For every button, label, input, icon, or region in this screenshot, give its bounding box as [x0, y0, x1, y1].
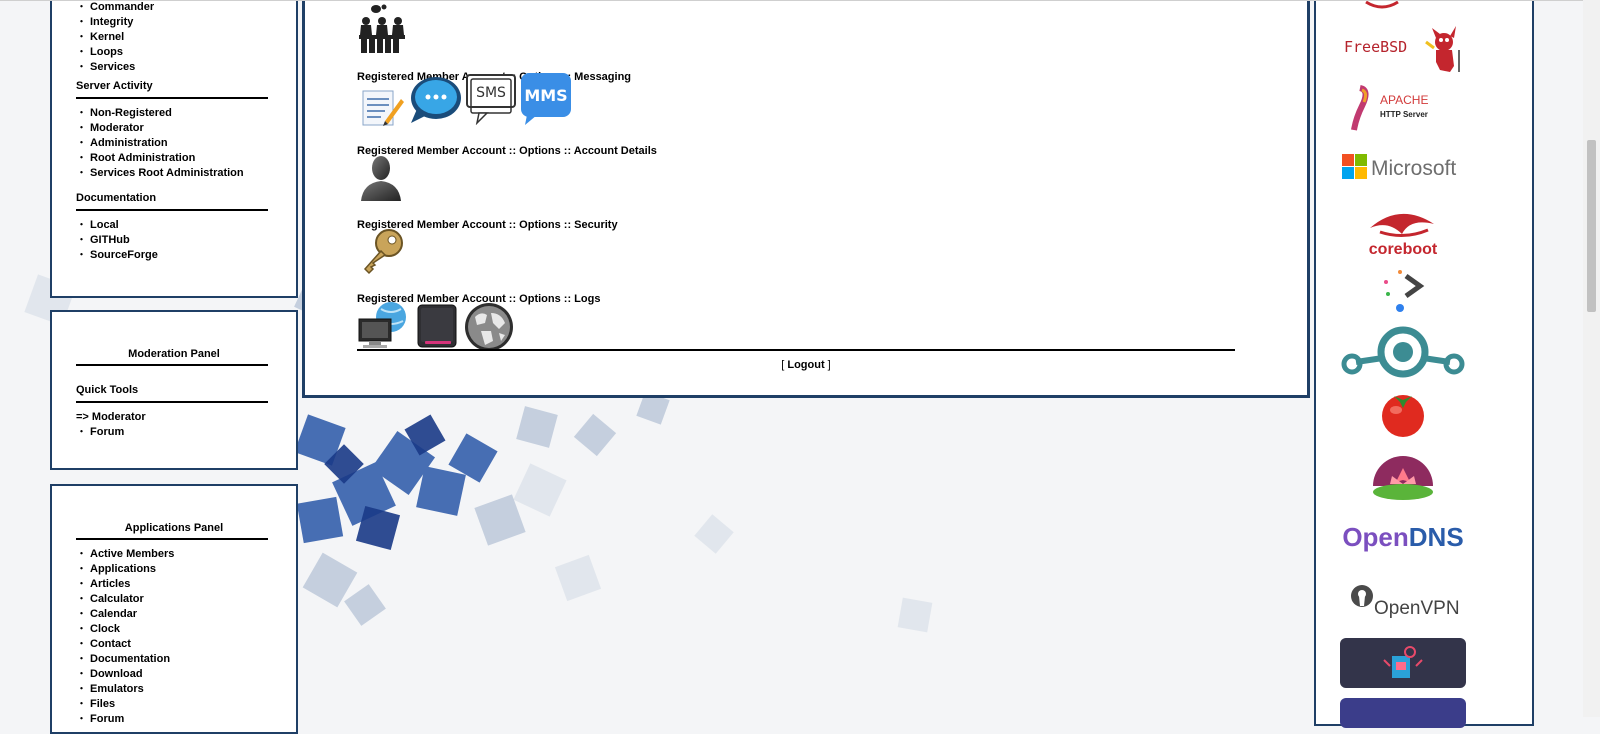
nav-item-integrity[interactable]: ・ Integrity — [76, 15, 154, 30]
nav-item-root-administration[interactable]: ・ Root Administration — [76, 151, 244, 166]
moderation-panel: Moderation Panel Quick Tools => Moderato… — [50, 310, 298, 470]
hard-drive-icon[interactable] — [415, 303, 459, 349]
app-item-articles[interactable]: ・ Articles — [76, 577, 174, 592]
nav-item-github[interactable]: ・ GITHub — [76, 233, 158, 248]
opendns-logo[interactable]: OpenDNS — [1340, 522, 1466, 553]
mms-icon[interactable]: MMS — [519, 71, 573, 127]
lineageos-logo[interactable] — [1340, 324, 1466, 380]
logout-row: [ Logout ] — [305, 359, 1307, 371]
page-scrollbar[interactable] — [1583, 0, 1600, 717]
divider — [76, 364, 268, 366]
key-icon[interactable] — [359, 227, 407, 275]
coreboot-logo[interactable]: coreboot — [1340, 206, 1466, 258]
applications-list: ・ Active Members ・ Applications ・ Articles … — [76, 547, 174, 727]
app-item-forum[interactable]: ・ Forum — [76, 712, 174, 727]
chat-bubble-icon[interactable] — [409, 75, 463, 127]
server-activity-title: Server Activity — [76, 80, 153, 92]
divider — [76, 97, 268, 99]
openvpn-logo[interactable]: OpenVPN — [1340, 582, 1466, 622]
divider — [76, 401, 268, 403]
mms-icon-text: MMS — [524, 86, 567, 105]
network-computer-icon[interactable] — [357, 301, 409, 349]
moderation-panel-title: Moderation Panel — [128, 348, 220, 360]
quick-tools-title: Quick Tools — [76, 384, 139, 396]
microsoft-logo-text: Microsoft — [1371, 157, 1456, 180]
app-item-active-members[interactable]: ・ Active Members — [76, 547, 174, 562]
user-silhouette-icon[interactable] — [359, 155, 403, 203]
coreboot-logo-text: coreboot — [1369, 241, 1438, 258]
nav-item-moderator[interactable]: ・ Moderator — [76, 121, 244, 136]
meeting-icon[interactable] — [357, 3, 407, 53]
apache-logo-name: APACHE — [1380, 93, 1428, 107]
apache-logo-sub: HTTP Server — [1380, 110, 1428, 119]
top-border — [0, 0, 1583, 1]
partial-logo — [1365, 0, 1399, 9]
tomato-logo[interactable] — [1340, 388, 1466, 438]
freebsd-logo[interactable]: FreeBSD — [1340, 20, 1466, 76]
compose-icon[interactable] — [359, 85, 405, 127]
sms-icon[interactable]: SMS — [465, 73, 517, 125]
app-item-applications[interactable]: ・ Applications — [76, 562, 174, 577]
documentation-list: ・ Local ・ GITHub ・ SourceForge — [76, 218, 158, 263]
logout-divider — [357, 349, 1235, 351]
app-item-contact[interactable]: ・ Contact — [76, 637, 174, 652]
nav-item-services[interactable]: ・ Services — [76, 60, 154, 75]
divider — [76, 209, 268, 211]
opendns-logo-dns: DNS — [1408, 522, 1464, 552]
freebsd-logo-text: FreeBSD — [1344, 38, 1407, 56]
server-activity-list: ・ Non-Registered ・ Moderator ・ Administrati… — [76, 106, 244, 181]
kotlin-dots-logo[interactable] — [1340, 268, 1466, 314]
app-item-calendar[interactable]: ・ Calendar — [76, 607, 174, 622]
nav-item-non-registered[interactable]: ・ Non-Registered — [76, 106, 244, 121]
nav-item-forum[interactable]: ・ Forum — [76, 425, 146, 440]
applications-panel: Applications Panel ・ Active Members ・ Appl… — [50, 484, 298, 734]
divider — [76, 538, 268, 540]
nav-item-administration[interactable]: ・ Administration — [76, 136, 244, 151]
app-item-download[interactable]: ・ Download — [76, 667, 174, 682]
sms-icon-text: SMS — [476, 85, 506, 101]
app-item-calculator[interactable]: ・ Calculator — [76, 592, 174, 607]
app-item-clock[interactable]: ・ Clock — [76, 622, 174, 637]
nav-item-commander[interactable]: ・ Commander — [76, 0, 154, 15]
documentation-title: Documentation — [76, 192, 157, 204]
nav-item-kernel[interactable]: ・ Kernel — [76, 30, 154, 45]
pi-hole-logo[interactable] — [1340, 450, 1466, 504]
apache-logo[interactable]: APACHE HTTP Server — [1340, 84, 1466, 132]
partial-tile[interactable] — [1340, 698, 1466, 728]
nav-item-sourceforge[interactable]: ・ SourceForge — [76, 248, 158, 263]
openvpn-logo-text: OpenVPN — [1374, 598, 1460, 619]
left-nav-panel: ・ Commander ・ Integrity ・ Kernel ・ Loops ・ Se… — [50, 0, 298, 298]
opendns-logo-open: Open — [1342, 522, 1409, 552]
microsoft-logo[interactable]: Microsoft — [1340, 150, 1466, 184]
account-options-panel: Registered Member Account :: Options :: … — [302, 0, 1310, 398]
nav-item-loops[interactable]: ・ Loops — [76, 45, 154, 60]
sponsors-panel: FreeBSD APACHE HTTP Server Microsoft cor… — [1314, 0, 1534, 728]
bracket-close: ] — [824, 359, 831, 371]
app-item-documentation[interactable]: ・ Documentation — [76, 652, 174, 667]
app-item-emulators[interactable]: ・ Emulators — [76, 682, 174, 697]
quick-tools-list: => Moderator ・ Forum — [76, 410, 146, 440]
app-item-files[interactable]: ・ Files — [76, 697, 174, 712]
globe-icon[interactable] — [463, 301, 515, 353]
nav-item-services-root-administration[interactable]: ・ Services Root Administration — [76, 166, 244, 181]
nav-item-local[interactable]: ・ Local — [76, 218, 158, 233]
nav-list-top: ・ Commander ・ Integrity ・ Kernel ・ Loops ・ Se… — [76, 0, 154, 75]
applications-panel-title: Applications Panel — [124, 522, 224, 534]
moderator-link[interactable]: => Moderator — [76, 410, 146, 425]
privacy-app-tile[interactable] — [1340, 638, 1466, 688]
logout-link[interactable]: Logout — [787, 359, 824, 371]
scrollbar-thumb[interactable] — [1587, 140, 1596, 312]
